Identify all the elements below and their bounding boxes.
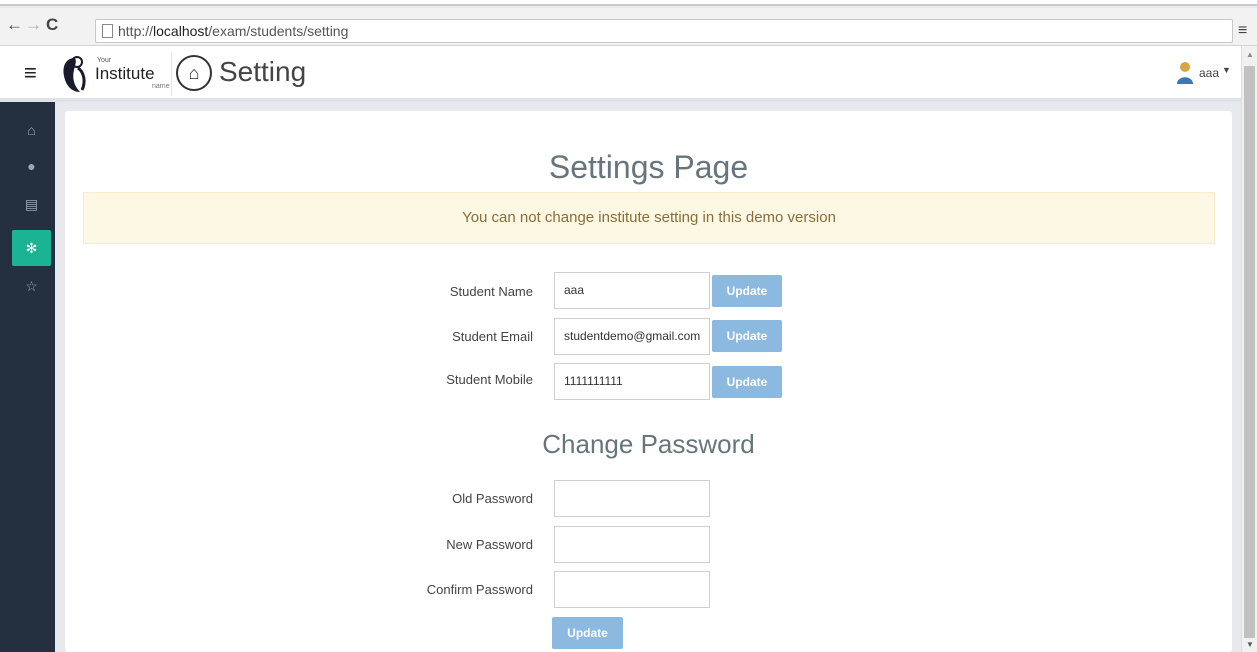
url-path: /exam/students/setting <box>208 23 349 39</box>
star-icon: ☆ <box>25 278 38 294</box>
home-icon[interactable]: ⌂ <box>176 55 212 91</box>
change-password-title: Change Password <box>542 429 755 459</box>
user-name: aaa <box>1199 66 1220 80</box>
reload-icon[interactable]: C <box>46 16 58 34</box>
page-heading: Setting <box>219 56 307 87</box>
confirm-password-label: Confirm Password <box>426 582 533 597</box>
hamburger-menu-icon[interactable]: ≡ <box>24 60 37 86</box>
user-icon: ● <box>27 158 36 174</box>
student-name-input[interactable]: aaa <box>554 272 710 309</box>
logo-mark-icon <box>63 56 86 92</box>
update-email-button[interactable]: Update <box>712 320 782 352</box>
forward-arrow-icon[interactable]: → <box>25 16 42 34</box>
demo-warning-alert: You can not change institute setting in … <box>83 192 1215 244</box>
scroll-down-icon[interactable]: ▼ <box>1246 640 1254 649</box>
student-name-label: Student Name <box>449 284 533 299</box>
sidebar-item-home[interactable]: ⌂ <box>12 112 51 148</box>
app-header: ≡ Your Institute name ⌂ Setting aaa ▼ <box>0 46 1257 102</box>
student-email-input[interactable]: studentdemo@gmail.com <box>554 318 710 355</box>
home-icon: ⌂ <box>27 122 36 138</box>
page-icon <box>102 24 113 38</box>
scroll-thumb[interactable] <box>1244 66 1255 638</box>
address-bar[interactable]: http://localhost/exam/students/setting <box>95 19 1233 43</box>
student-mobile-label: Student Mobile <box>446 372 533 387</box>
sidebar-item-favorites[interactable]: ☆ <box>12 268 51 304</box>
institute-logo[interactable]: Your Institute name <box>60 52 172 96</box>
update-name-button[interactable]: Update <box>712 275 782 307</box>
new-password-label: New Password <box>446 537 533 552</box>
sidebar-item-list[interactable]: ▤ <box>12 186 51 222</box>
old-password-input[interactable] <box>554 480 710 517</box>
back-arrow-icon[interactable]: ← <box>6 16 23 34</box>
url-host: localhost <box>153 23 209 39</box>
student-mobile-input[interactable]: 1111111111 <box>554 363 710 400</box>
list-icon: ▤ <box>24 196 39 212</box>
confirm-password-input[interactable] <box>554 571 710 608</box>
caret-down-icon: ▼ <box>1222 65 1231 75</box>
logo-name-text: Institute <box>95 64 155 83</box>
new-password-input[interactable] <box>554 526 710 563</box>
logo-sub-text: name <box>152 83 170 90</box>
scroll-up-icon[interactable]: ▲ <box>1246 50 1254 59</box>
sidebar: ⌂ ● ▤ ✻ ☆ <box>0 102 55 652</box>
settings-panel: Settings Page You can not change institu… <box>65 111 1232 652</box>
logo-your-text: Your <box>97 57 112 64</box>
sidebar-item-settings[interactable]: ✻ <box>12 230 51 266</box>
gear-icon: ✻ <box>25 240 38 256</box>
student-email-label: Student Email <box>452 329 533 344</box>
user-avatar-icon <box>1177 62 1193 84</box>
browser-menu-icon[interactable]: ≡ <box>1238 22 1247 40</box>
page: ← → C http://localhost/exam/students/set… <box>0 0 1257 652</box>
url-prefix: http:// <box>118 23 154 39</box>
old-password-label: Old Password <box>452 491 533 506</box>
update-password-button[interactable]: Update <box>552 617 623 649</box>
browser-top-strip <box>0 0 1257 6</box>
page-scrollbar[interactable]: ▲ ▼ <box>1241 46 1257 652</box>
update-mobile-button[interactable]: Update <box>712 366 782 398</box>
sidebar-item-profile[interactable]: ● <box>12 148 51 184</box>
settings-title: Settings Page <box>548 149 749 185</box>
